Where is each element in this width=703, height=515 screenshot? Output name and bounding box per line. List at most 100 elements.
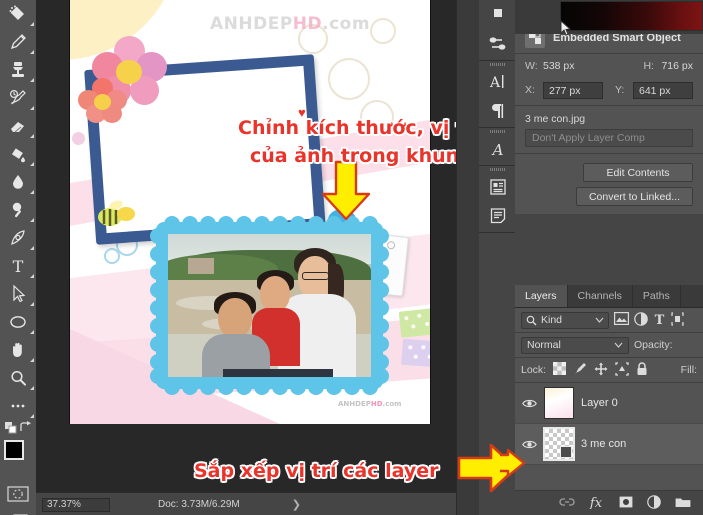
- rail-buttons: A A: [479, 0, 516, 515]
- gradient-swatch[interactable]: [560, 1, 703, 31]
- adjustment-layer-icon[interactable]: [647, 494, 661, 512]
- layer-visibility-icon[interactable]: [521, 398, 537, 409]
- canvas-watermark-small: ANHDEPHD.com: [338, 400, 401, 408]
- layers-panel: Layers Channels Paths Kind T Normal Opac…: [515, 285, 703, 515]
- artboard[interactable]: ANHDEPHD.com ANHDEPHD.com: [70, 0, 430, 424]
- flower-decoration-small: [78, 78, 128, 124]
- layer-thumbnail-smart-object[interactable]: [543, 427, 575, 461]
- blend-mode-row: Normal Opacity:: [515, 333, 703, 358]
- history-brush-icon[interactable]: [0, 84, 36, 112]
- default-colors-icon[interactable]: [5, 422, 17, 437]
- adjustments-sliders-icon[interactable]: [479, 29, 516, 58]
- dodge-icon[interactable]: [0, 196, 36, 224]
- layer-name[interactable]: Layer 0: [581, 397, 618, 409]
- scalloped-photo-frame[interactable]: [150, 216, 389, 395]
- layers-panel-body: Kind T Normal Opacity: Lock: Fill: Layer…: [515, 308, 703, 515]
- divider: [515, 153, 703, 154]
- lock-all-icon[interactable]: [636, 361, 648, 379]
- width-value[interactable]: 538 px: [543, 60, 575, 72]
- tab-paths[interactable]: Paths: [632, 285, 681, 307]
- x-input[interactable]: 277 px: [543, 81, 603, 99]
- clone-stamp-icon[interactable]: [0, 56, 36, 84]
- bee-decoration: [98, 200, 135, 226]
- decor-swirl: [370, 18, 396, 44]
- svg-text:T: T: [655, 313, 665, 326]
- yellow-arrow-pointer-icon: [500, 448, 526, 478]
- edit-toolbar-icon[interactable]: [0, 392, 36, 420]
- table-row[interactable]: 3 me con: [515, 424, 703, 465]
- layer-comp-select[interactable]: Don't Apply Layer Comp: [525, 129, 693, 147]
- type-icon[interactable]: T: [0, 252, 36, 280]
- tool-more-corner: [30, 190, 34, 194]
- tab-channels[interactable]: Channels: [567, 285, 633, 307]
- blur-icon[interactable]: [0, 168, 36, 196]
- lock-row: Lock: Fill:: [515, 358, 703, 383]
- paragraph-styles-icon[interactable]: [479, 201, 516, 230]
- collapsed-panel-rail: A A: [456, 0, 517, 515]
- glyphs-icon[interactable]: A: [479, 134, 516, 163]
- status-expand-arrow-icon[interactable]: ❯: [292, 498, 301, 511]
- hand-icon[interactable]: [0, 336, 36, 364]
- screen-mode-icon[interactable]: [0, 508, 36, 515]
- edit-contents-button[interactable]: Edit Contents: [583, 163, 693, 182]
- washi-square-green: [398, 308, 430, 338]
- rail-group-styles: [479, 166, 516, 233]
- quick-mask-icon[interactable]: [0, 480, 36, 508]
- tool-more-corner: [30, 162, 34, 166]
- yellow-arrow-down-icon: [321, 160, 371, 221]
- height-label: H:: [643, 60, 654, 72]
- tool-more-corner: [30, 22, 34, 26]
- pen-icon[interactable]: [0, 224, 36, 252]
- layer-filter-kind-select[interactable]: Kind: [521, 311, 609, 329]
- size-row: W: 538 px H: 716 px: [515, 54, 703, 78]
- eraser-icon[interactable]: [0, 112, 36, 140]
- layer-thumbnail[interactable]: [544, 387, 574, 419]
- swap-colors-icon[interactable]: [19, 421, 32, 437]
- photoshop-window: T ANHDEPHD.com ANHDEPHD.com ♥ Chỉnh kích…: [0, 0, 703, 515]
- ellipse-icon[interactable]: [0, 308, 36, 336]
- properties-buttons: Edit Contents Convert to Linked...: [515, 157, 703, 214]
- tools-panel: T: [0, 0, 37, 515]
- lock-transparent-pixels-icon[interactable]: [553, 362, 567, 378]
- new-group-icon[interactable]: [675, 496, 691, 511]
- zoom-level-input[interactable]: 37.37%: [42, 497, 110, 512]
- lock-image-pixels-icon[interactable]: [573, 362, 587, 379]
- table-row[interactable]: Layer 0: [515, 383, 703, 424]
- color-swatches[interactable]: [0, 436, 36, 480]
- shape-layer-filter-icon[interactable]: [671, 311, 684, 329]
- pixel-layer-filter-icon[interactable]: [614, 312, 630, 328]
- blend-mode-select[interactable]: Normal: [521, 336, 629, 354]
- lock-position-icon[interactable]: [594, 362, 608, 379]
- document-size-info: Doc: 3.73M/6.29M: [158, 499, 240, 510]
- path-selection-icon[interactable]: [0, 280, 36, 308]
- zoom-icon[interactable]: [0, 364, 36, 392]
- color-swatch-icon[interactable]: [479, 0, 516, 29]
- height-value[interactable]: 716 px: [661, 60, 693, 72]
- link-layers-icon[interactable]: [559, 497, 575, 510]
- foreground-color-swatch[interactable]: [4, 440, 24, 460]
- family-photo[interactable]: [168, 234, 371, 377]
- adjustment-layer-filter-icon[interactable]: [634, 311, 648, 329]
- paragraph-icon[interactable]: [479, 96, 516, 125]
- eraser-marquee-icon[interactable]: [0, 0, 36, 28]
- svg-text:T: T: [13, 257, 24, 276]
- character-styles-icon[interactable]: [479, 172, 516, 201]
- y-input[interactable]: 641 px: [633, 81, 693, 99]
- tool-more-corner: [30, 274, 34, 278]
- lock-artboard-icon[interactable]: [615, 361, 629, 379]
- tool-more-corner: [30, 386, 34, 390]
- layer-name[interactable]: 3 me con: [581, 438, 626, 450]
- annotation-line-2: của ảnh trong khung: [250, 145, 456, 167]
- tool-more-corner: [30, 218, 34, 222]
- canvas-area[interactable]: ANHDEPHD.com ANHDEPHD.com ♥ Chỉnh kích t…: [36, 0, 456, 492]
- svg-text:A: A: [490, 141, 503, 158]
- type-layer-filter-icon[interactable]: T: [653, 312, 666, 329]
- character-icon[interactable]: A: [479, 67, 516, 96]
- canvas-watermark: ANHDEPHD.com: [210, 14, 370, 34]
- paint-bucket-icon[interactable]: [0, 140, 36, 168]
- convert-to-linked-button[interactable]: Convert to Linked...: [575, 187, 693, 206]
- layer-style-fx-icon[interactable]: fx: [589, 495, 605, 512]
- pencil-icon[interactable]: [0, 28, 36, 56]
- tab-layers[interactable]: Layers: [515, 285, 568, 307]
- layer-mask-icon[interactable]: [619, 496, 633, 511]
